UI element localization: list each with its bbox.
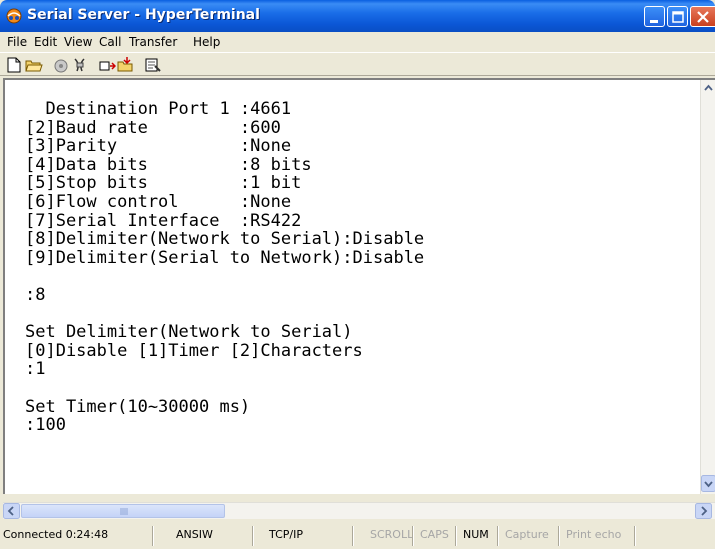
receive-icon[interactable] xyxy=(117,56,135,74)
horizontal-scrollbar[interactable] xyxy=(3,502,715,519)
status-emulation: ANSIW xyxy=(176,528,213,541)
disconnect-icon[interactable] xyxy=(71,56,89,74)
open-icon[interactable] xyxy=(25,56,43,74)
menu-edit[interactable]: Edit xyxy=(34,35,57,49)
menu-help[interactable]: Help xyxy=(193,35,220,49)
maximize-button[interactable] xyxy=(667,6,688,27)
window-title: Serial Server - HyperTerminal xyxy=(27,7,260,23)
terminal-line: Set Timer(10~30000 ms) xyxy=(25,396,251,417)
send-icon[interactable] xyxy=(98,56,117,74)
hyperterminal-app-icon[interactable] xyxy=(5,7,23,25)
scroll-down-button[interactable] xyxy=(701,475,715,492)
terminal-line: [7]Serial Interface :RS422 xyxy=(25,210,302,231)
connect-icon[interactable] xyxy=(52,56,70,74)
scroll-up-button[interactable] xyxy=(701,80,715,97)
terminal-line: :100 xyxy=(25,415,66,436)
vertical-scrollbar[interactable] xyxy=(700,80,715,494)
chevron-up-icon xyxy=(704,84,713,91)
terminal-output: Destination Port 1 :4661 [2]Baud rate :6… xyxy=(25,100,424,435)
properties-icon[interactable] xyxy=(144,56,162,74)
scroll-left-button[interactable] xyxy=(3,503,20,519)
toolbar xyxy=(0,52,715,76)
menu-call[interactable]: Call xyxy=(99,35,121,49)
title-bar[interactable]: Serial Server - HyperTerminal xyxy=(0,0,715,32)
terminal-line: [0]Disable [1]Timer [2]Characters xyxy=(25,340,363,361)
menu-view[interactable]: View xyxy=(64,35,92,49)
maximize-icon xyxy=(672,11,684,23)
status-scroll: SCROLL xyxy=(370,528,414,541)
terminal-line: Set Delimiter(Network to Serial) xyxy=(25,322,353,343)
terminal-line: [4]Data bits :8 bits xyxy=(25,154,312,175)
terminal-line: [5]Stop bits :1 bit xyxy=(25,173,302,194)
chevron-down-icon xyxy=(701,475,715,492)
terminal-line: Destination Port 1 :4661 xyxy=(25,99,292,119)
close-button[interactable] xyxy=(690,6,715,27)
terminal-line: [2]Baud rate :600 xyxy=(25,117,281,138)
scroll-right-button[interactable] xyxy=(695,503,712,519)
status-capture: Capture xyxy=(505,528,549,541)
close-icon xyxy=(697,11,709,23)
terminal-line: [3]Parity :None xyxy=(25,136,292,157)
menu-transfer[interactable]: Transfer xyxy=(129,35,177,49)
terminal-line: :8 xyxy=(25,284,46,305)
status-bar: Connected 0:24:48 ANSIW TCP/IP SCROLL CA… xyxy=(0,521,715,549)
terminal-line: [6]Flow control :None xyxy=(25,191,292,212)
grip-icon xyxy=(120,508,128,515)
terminal-line: [9]Delimiter(Serial to Network):Disable xyxy=(25,247,425,268)
status-num: NUM xyxy=(463,528,489,541)
menu-bar: File Edit View Call Transfer Help xyxy=(0,32,715,52)
terminal-line: :1 xyxy=(25,359,46,380)
status-caps: CAPS xyxy=(420,528,449,541)
chevron-left-icon xyxy=(3,503,20,519)
minimize-button[interactable] xyxy=(644,6,665,27)
chevron-right-icon xyxy=(695,503,712,519)
new-connection-icon[interactable] xyxy=(5,56,23,74)
minimize-icon xyxy=(650,20,658,23)
menu-file[interactable]: File xyxy=(7,35,27,49)
terminal-line: [8]Delimiter(Network to Serial):Disable xyxy=(25,229,425,250)
status-connected: Connected 0:24:48 xyxy=(3,528,109,541)
status-print-echo: Print echo xyxy=(566,528,622,541)
terminal-window[interactable]: Destination Port 1 :4661 [2]Baud rate :6… xyxy=(3,78,715,494)
scroll-thumb[interactable] xyxy=(21,504,225,518)
status-protocol: TCP/IP xyxy=(269,528,303,541)
